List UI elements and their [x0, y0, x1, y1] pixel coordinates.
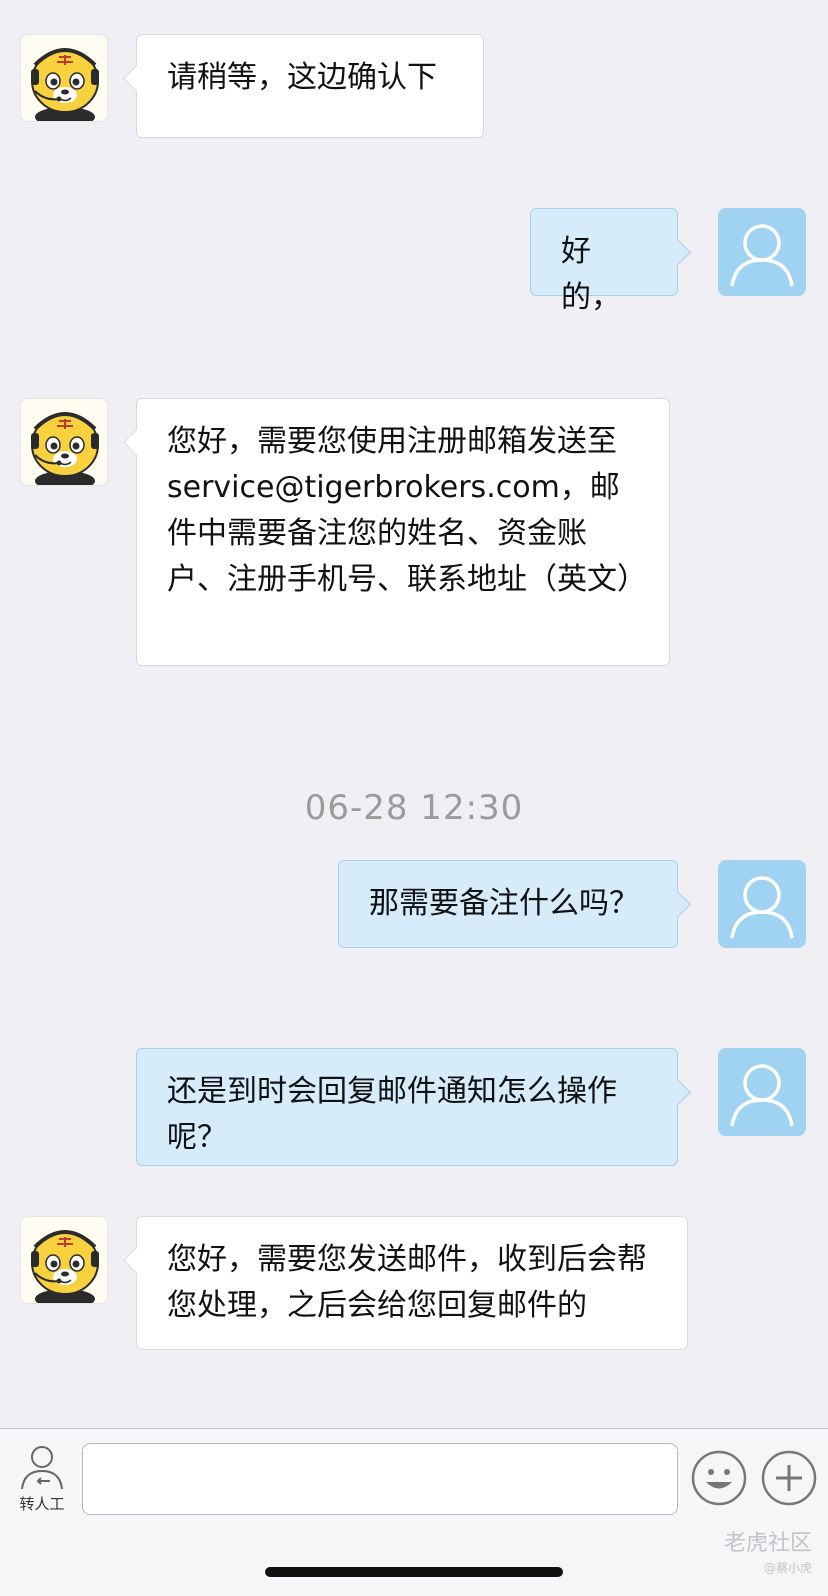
message-bubble[interactable]: 您好，需要您发送邮件，收到后会帮您处理，之后会给您回复邮件的 — [136, 1216, 688, 1350]
message-bubble[interactable]: 那需要备注什么吗？ — [338, 860, 678, 948]
watermark-user: @蔡小虎 — [763, 1561, 812, 1575]
user-avatar-icon[interactable] — [718, 1048, 806, 1136]
tiger-agent-avatar-icon[interactable] — [20, 398, 108, 486]
message-input[interactable] — [82, 1443, 678, 1515]
transfer-to-human-icon — [21, 1446, 63, 1490]
message-bubble[interactable]: 好的， — [530, 208, 678, 315]
more-options-button[interactable] — [760, 1449, 818, 1507]
watermark-brand: 老虎社区 — [723, 1531, 812, 1556]
tiger-agent-avatar-icon[interactable] — [20, 34, 108, 122]
message-bubble[interactable]: 还是到时会回复邮件通知怎么操作呢？ — [136, 1048, 678, 1166]
message-bubble[interactable]: 您好，需要您使用注册邮箱发送至 service@tigerbrokers.com… — [136, 398, 670, 666]
home-indicator[interactable] — [265, 1567, 563, 1577]
transfer-to-human-button[interactable]: 转人工 — [10, 1443, 74, 1514]
user-avatar-icon[interactable] — [718, 208, 806, 296]
user-avatar-icon[interactable] — [718, 860, 806, 948]
emoji-button[interactable] — [690, 1449, 748, 1507]
transfer-label: 转人工 — [19, 1495, 65, 1513]
tiger-agent-avatar-icon[interactable] — [20, 1216, 108, 1304]
emoji-icon — [691, 1450, 747, 1506]
message-bubble[interactable]: 请稍等，这边确认下 — [136, 34, 484, 138]
plus-icon — [761, 1450, 817, 1506]
community-watermark: 老虎社区 @蔡小虎 — [724, 1525, 812, 1576]
message-timestamp: 06-28 12:30 — [304, 788, 524, 828]
